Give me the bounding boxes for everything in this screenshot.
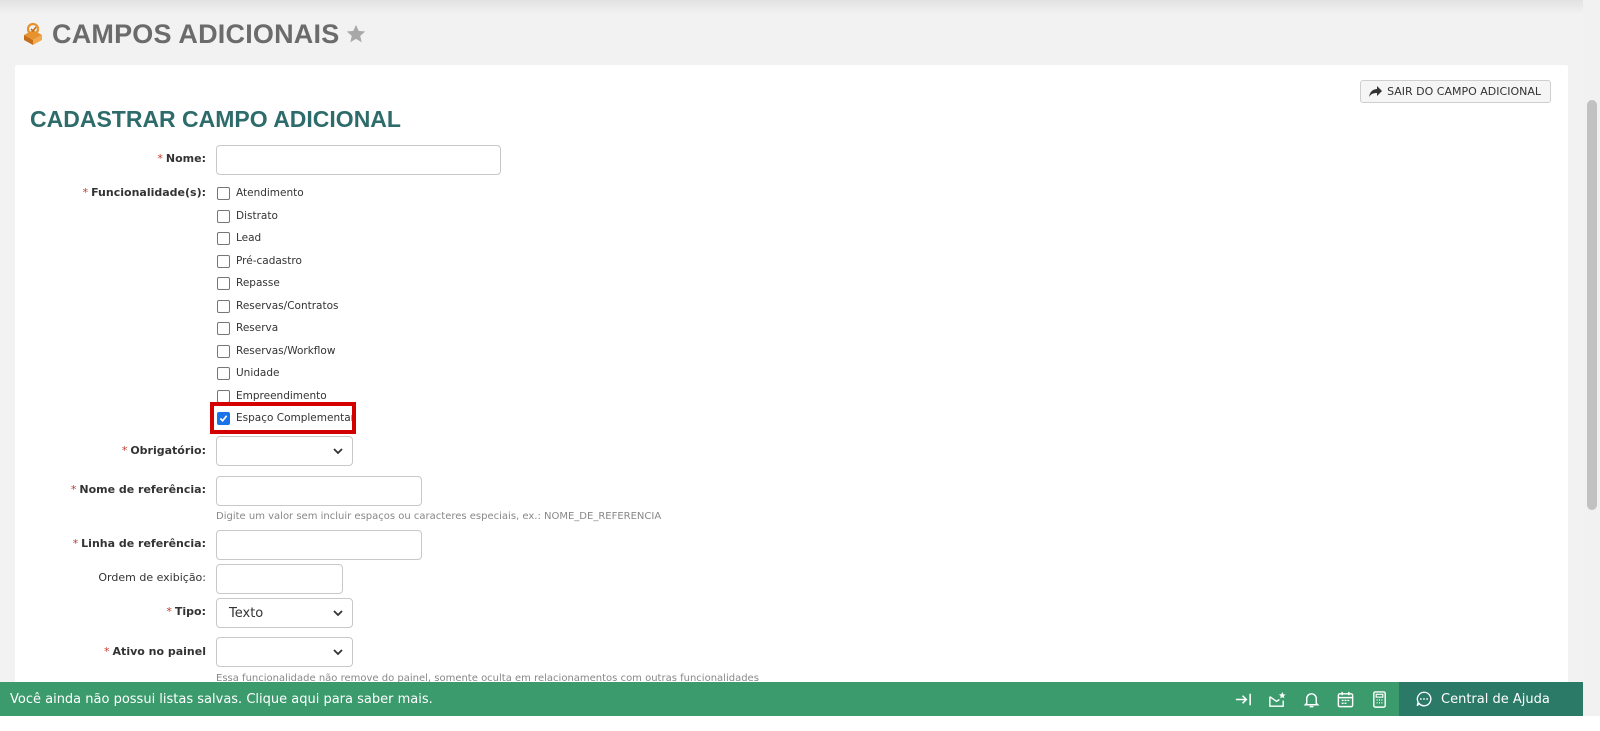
exit-additional-field-button[interactable]: SAIR DO CAMPO ADICIONAL [1360, 80, 1551, 103]
ordem-exibicao-label: Ordem de exibição: [98, 571, 206, 584]
checkbox-pre-cadastro[interactable]: Pré-cadastro [217, 254, 302, 268]
favorite-star-icon[interactable] [345, 23, 367, 45]
highlight-box [210, 402, 356, 434]
obrigatorio-label: * Obrigatório: [121, 444, 206, 457]
form-title: CADASTRAR CAMPO ADICIONAL [30, 106, 401, 132]
linha-referencia-input[interactable] [216, 530, 422, 560]
page-scrollbar[interactable] [1583, 0, 1600, 731]
ativo-painel-select[interactable] [216, 637, 353, 667]
share-arrow-icon [1369, 85, 1383, 97]
checkbox-reservas-contratos[interactable]: Reservas/Contratos [217, 299, 338, 313]
bottom-bar: Você ainda não possui listas salvas. Cli… [0, 682, 1583, 716]
nome-input[interactable] [216, 145, 501, 175]
exit-button-label: SAIR DO CAMPO ADICIONAL [1387, 85, 1541, 98]
top-shadow [0, 0, 1600, 14]
app-logo-icon [24, 22, 42, 45]
page-header: CAMPOS ADICIONAIS [20, 16, 367, 52]
chevron-down-icon [333, 610, 343, 617]
funcionalidades-label: * Funcionalidade(s): [82, 186, 206, 199]
checkbox-reserva[interactable]: Reserva [217, 321, 278, 335]
chevron-down-icon [333, 448, 343, 455]
nome-referencia-hint: Digite um valor sem incluir espaços ou c… [216, 511, 662, 522]
scrollbar-thumb[interactable] [1587, 100, 1597, 510]
bottom-bar-icons [1234, 690, 1389, 709]
ordem-exibicao-input[interactable] [216, 564, 343, 594]
checkbox-empreendimento[interactable]: Empreendimento [217, 389, 327, 403]
checkbox-distrato[interactable]: Distrato [217, 209, 278, 223]
bell-icon[interactable] [1302, 690, 1321, 709]
tipo-select[interactable]: Texto [216, 598, 353, 628]
calendar-icon[interactable] [1336, 690, 1355, 709]
collapse-arrow-icon[interactable] [1234, 690, 1253, 709]
checkbox-reservas-workflow[interactable]: Reservas/Workflow [217, 344, 335, 358]
checkbox-atendimento[interactable]: Atendimento [217, 186, 304, 200]
nome-label: * Nome: [157, 152, 206, 165]
form-card: SAIR DO CAMPO ADICIONAL CADASTRAR CAMPO … [15, 65, 1568, 705]
nome-referencia-label: * Nome de referência: [70, 483, 206, 496]
nome-referencia-input[interactable] [216, 476, 422, 506]
checkbox-repasse[interactable]: Repasse [217, 276, 280, 290]
checkbox-unidade[interactable]: Unidade [217, 366, 279, 380]
calculator-icon[interactable] [1370, 690, 1389, 709]
ativo-painel-label: * Ativo no painel [104, 645, 206, 658]
mail-star-icon[interactable] [1268, 690, 1287, 709]
tipo-label: * Tipo: [166, 605, 206, 618]
chat-help-icon [1416, 691, 1432, 707]
obrigatorio-select[interactable] [216, 436, 353, 466]
page-title: CAMPOS ADICIONAIS [52, 18, 340, 49]
checkbox-lead[interactable]: Lead [217, 231, 261, 245]
help-center-button[interactable]: Central de Ajuda [1399, 682, 1583, 716]
page-bottom-edge [0, 716, 1600, 731]
chevron-down-icon [333, 649, 343, 656]
linha-referencia-label: * Linha de referência: [72, 537, 206, 550]
saved-lists-message[interactable]: Você ainda não possui listas salvas. Cli… [10, 692, 1234, 707]
help-center-label: Central de Ajuda [1441, 691, 1550, 707]
